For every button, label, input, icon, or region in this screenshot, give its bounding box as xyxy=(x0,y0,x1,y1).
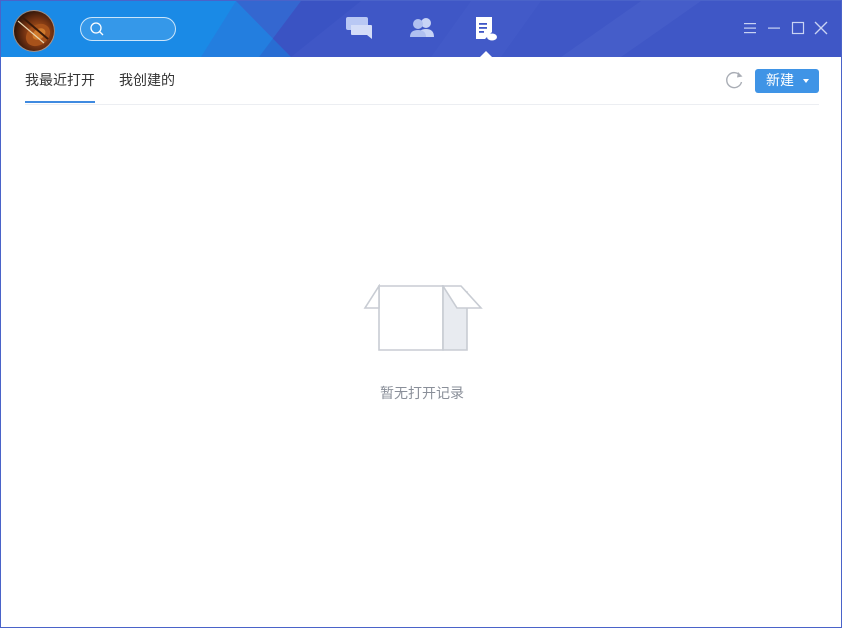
contacts-icon[interactable] xyxy=(407,15,437,41)
app-window: 我最近打开 我创建的 新建 暂无打开记录 xyxy=(0,0,842,628)
refresh-icon[interactable] xyxy=(723,69,745,91)
messages-icon[interactable] xyxy=(343,15,373,41)
empty-box-icon xyxy=(363,284,483,351)
title-bar xyxy=(1,1,841,57)
avatar[interactable] xyxy=(13,10,55,52)
search-icon xyxy=(90,22,104,36)
tab-created[interactable]: 我创建的 xyxy=(119,57,175,103)
dropdown-caret-icon xyxy=(803,79,809,83)
search-box[interactable] xyxy=(80,17,176,41)
maximize-icon[interactable] xyxy=(791,21,805,35)
documents-icon[interactable] xyxy=(473,15,499,43)
close-icon[interactable] xyxy=(814,21,828,35)
minimize-icon[interactable] xyxy=(767,21,781,35)
search-input[interactable] xyxy=(107,20,169,38)
new-button-label: 新建 xyxy=(766,73,794,89)
tab-divider xyxy=(25,104,819,105)
tab-recent[interactable]: 我最近打开 xyxy=(25,57,95,103)
active-tab-underline xyxy=(25,101,95,103)
menu-icon[interactable] xyxy=(743,21,757,35)
tab-created-label: 我创建的 xyxy=(119,73,175,89)
empty-state-message: 暂无打开记录 xyxy=(380,386,464,402)
new-button[interactable]: 新建 xyxy=(755,69,819,93)
avatar-image xyxy=(17,16,51,47)
tab-recent-label: 我最近打开 xyxy=(25,73,95,89)
active-nav-indicator xyxy=(479,51,493,57)
